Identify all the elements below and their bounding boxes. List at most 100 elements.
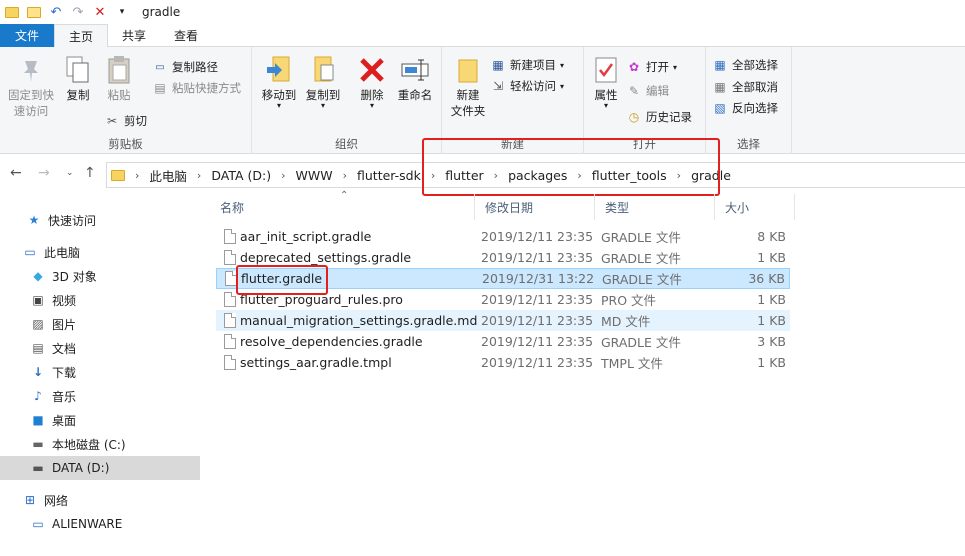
breadcrumb-flutter-tools[interactable]: flutter_tools [592,168,667,183]
computer-icon: ▭ [24,245,36,259]
breadcrumb-data-drive[interactable]: DATA (D:) [211,168,271,183]
select-all-label: 全部选择 [732,58,778,72]
open-button[interactable]: ✿ 打开 ▾ [626,57,677,77]
column-header-modified[interactable]: 修改日期 [475,194,595,220]
move-to-button[interactable]: 移动到 ▾ [258,55,300,110]
file-row-selected[interactable]: flutter.gradle 2019/12/31 13:22 GRADLE 文… [216,268,790,289]
recent-locations-icon[interactable]: ⌄ [66,168,74,178]
new-folder-quick-icon[interactable] [26,4,42,20]
breadcrumb-separator-icon[interactable]: › [281,169,285,182]
new-item-button[interactable]: ▦ 新建项目 ▾ [490,55,564,75]
sidebar-item-documents[interactable]: ▤ 文档 [0,336,200,360]
sidebar-item-local-disk-c[interactable]: ▬ 本地磁盘 (C:) [0,432,200,456]
file-row[interactable]: settings_aar.gradle.tmpl 2019/12/11 23:3… [216,352,790,373]
sidebar-item-3d-objects[interactable]: ◆ 3D 对象 [0,264,200,288]
sidebar-item-data-drive[interactable]: ▬ DATA (D:) [0,456,200,480]
tab-share[interactable]: 共享 [108,24,160,47]
video-icon: ▣ [32,293,44,307]
column-header-name[interactable]: 名称 [210,194,475,220]
copy-button[interactable]: 复制 [60,55,96,103]
file-row[interactable]: deprecated_settings.gradle 2019/12/11 23… [216,247,790,268]
file-row[interactable]: flutter_proguard_rules.pro 2019/12/11 23… [216,289,790,310]
cube-icon: ◆ [33,269,43,283]
sidebar-item-network[interactable]: ⊞ 网络 [0,488,200,512]
copy-to-button[interactable]: 复制到 ▾ [302,55,344,110]
computer-icon: ▭ [32,517,44,531]
breadcrumb-separator-icon[interactable]: › [343,169,347,182]
sidebar-item-label: 视频 [52,293,77,308]
file-row-hover[interactable]: manual_migration_settings.gradle.md 2019… [216,310,790,331]
new-folder-label: 新建 文件夹 [450,88,486,118]
column-header-type[interactable]: 类型 [595,194,715,220]
edit-button[interactable]: ✎ 编辑 [626,81,669,101]
file-type: MD 文件 [601,314,651,329]
customize-toolbar-icon[interactable]: ▾ [114,4,130,20]
copy-path-button[interactable]: ▭ 复制路径 [152,57,218,77]
breadcrumb-separator-icon[interactable]: › [431,169,435,182]
file-modified: 2019/12/11 23:35 [481,229,594,244]
invert-selection-button[interactable]: ▧ 反向选择 [712,98,778,118]
breadcrumb-www[interactable]: WWW [296,168,333,183]
back-arrow-icon[interactable]: ← [10,165,22,181]
breadcrumb-separator-icon[interactable]: › [577,169,581,182]
sidebar-item-quick-access[interactable]: ★ 快速访问 [0,208,200,232]
delete-button[interactable]: 删除 ▾ [354,55,390,110]
rename-icon [400,55,430,85]
undo-icon[interactable]: ↶ [48,4,64,20]
paste-button[interactable]: 粘贴 [100,55,138,103]
copy-label: 复制 [66,88,90,102]
breadcrumb-this-pc[interactable]: 此电脑 [149,166,187,185]
file-icon [225,271,237,286]
redo-icon[interactable]: ↷ [70,4,86,20]
window-title: gradle [142,5,181,19]
file-size: 1 KB [757,355,786,370]
sidebar-item-downloads[interactable]: ↓ 下载 [0,360,200,384]
file-icon [224,250,236,265]
copy-icon [63,55,93,85]
breadcrumb-separator-icon[interactable]: › [677,169,681,182]
breadcrumb-separator-icon[interactable]: › [494,169,498,182]
star-icon: ★ [28,213,40,227]
new-folder-button[interactable]: 新建 文件夹 [446,55,490,119]
copy-path-icon: ▭ [155,61,165,73]
properties-button[interactable]: 属性 ▾ [588,55,624,110]
sidebar-item-desktop[interactable]: ■ 桌面 [0,408,200,432]
select-none-button[interactable]: ▦ 全部取消 [712,77,778,97]
breadcrumb-gradle[interactable]: gradle [691,168,731,183]
file-type: GRADLE 文件 [602,272,682,287]
address-bar[interactable]: › 此电脑 › DATA (D:) › WWW › flutter-sdk › … [106,162,965,188]
file-row[interactable]: aar_init_script.gradle 2019/12/11 23:35 … [216,226,790,247]
breadcrumb-separator-icon[interactable]: › [197,169,201,182]
sidebar-item-videos[interactable]: ▣ 视频 [0,288,200,312]
easy-access-button[interactable]: ⇲ 轻松访问 ▾ [490,76,564,96]
select-all-button[interactable]: ▦ 全部选择 [712,55,778,75]
sidebar-item-music[interactable]: ♪ 音乐 [0,384,200,408]
pin-quick-access-button[interactable]: 固定到快 速访问 [4,55,58,119]
select-none-icon: ▦ [714,80,726,94]
history-button[interactable]: ◷ 历史记录 [626,107,692,127]
file-icon [224,229,236,244]
tab-home[interactable]: 主页 [54,24,109,48]
forward-arrow-icon[interactable]: → [38,165,50,181]
move-to-dropdown-icon: ▾ [276,101,281,110]
navigation-bar: ← → ⌄ ↑ › 此电脑 › DATA (D:) › WWW › flutte… [0,154,965,194]
paste-shortcut-button[interactable]: ▤ 粘贴快捷方式 [152,78,241,98]
tab-view[interactable]: 查看 [160,24,212,47]
up-arrow-icon[interactable]: ↑ [84,165,96,181]
cut-button[interactable]: ✂ 剪切 [104,111,147,131]
file-row[interactable]: resolve_dependencies.gradle 2019/12/11 2… [216,331,790,352]
column-header-size[interactable]: 大小 [715,194,795,220]
breadcrumb-flutter-sdk[interactable]: flutter-sdk [357,168,421,183]
rename-button[interactable]: 重命名 [392,55,438,103]
sidebar-item-alienware[interactable]: ▭ ALIENWARE [0,512,200,536]
tab-file[interactable]: 文件 [0,24,54,47]
easy-access-icon: ⇲ [492,79,504,93]
breadcrumb-separator-icon[interactable]: › [135,169,139,182]
sidebar-item-pictures[interactable]: ▨ 图片 [0,312,200,336]
open-label: 打开 [646,60,669,74]
delete-quick-icon[interactable]: ✕ [92,4,108,20]
file-name: deprecated_settings.gradle [240,250,412,265]
breadcrumb-packages[interactable]: packages [508,168,567,183]
sidebar-item-this-pc[interactable]: ▭ 此电脑 [0,240,200,264]
breadcrumb-flutter[interactable]: flutter [445,168,483,183]
